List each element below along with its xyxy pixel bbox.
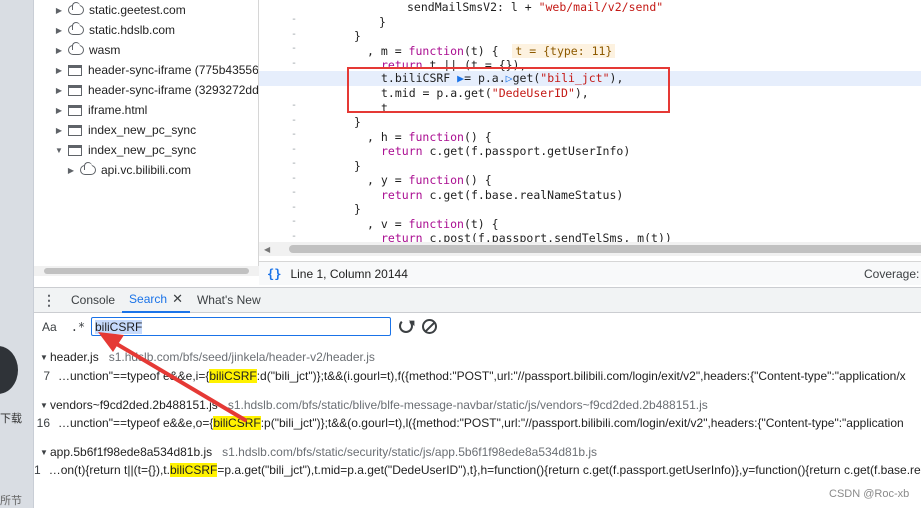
code-line: - , v = function(t) {	[290, 216, 499, 242]
tree-item-label: static.geetest.com	[89, 3, 186, 17]
collapse-arrow-icon[interactable]: ▼	[40, 448, 50, 457]
tree-item-label: api.vc.bilibili.com	[101, 163, 192, 177]
scrollbar-thumb[interactable]	[44, 268, 249, 274]
avatar	[0, 346, 18, 394]
code-line: - }	[290, 29, 361, 54]
inline-value-badge: t = {type: 11}	[512, 43, 616, 58]
frame-icon	[68, 84, 82, 96]
kebab-menu-icon[interactable]: ⋮	[34, 293, 64, 307]
frame-icon	[68, 144, 82, 156]
tree-item-label: index_new_pc_sync	[88, 143, 197, 157]
expand-arrow-icon[interactable]: ▶	[54, 26, 64, 35]
expand-arrow-icon[interactable]: ▶	[54, 6, 64, 15]
tree-item-wasm[interactable]: ▶ wasm	[54, 40, 120, 60]
code-line: - , y = function() {	[290, 173, 492, 198]
pretty-print-icon[interactable]: {}	[267, 267, 281, 281]
frame-icon	[68, 104, 82, 116]
cloud-icon	[68, 22, 84, 35]
expand-arrow-icon[interactable]: ▶	[54, 106, 64, 115]
code-line: - , m = function(t) { t = {type: 11}	[259, 43, 921, 69]
tree-item-api-vc-bilibili[interactable]: ▶ api.vc.bilibili.com	[66, 160, 191, 180]
code-line: - }	[290, 115, 361, 140]
scroll-left-icon[interactable]: ◀	[264, 245, 270, 254]
search-results: ▼ header.js s1.hdslb.com/bfs/seed/jinkel…	[34, 342, 921, 508]
coverage-label: Coverage:	[864, 266, 920, 281]
collapse-arrow-icon[interactable]: ▼	[54, 146, 64, 155]
search-input[interactable]: biliCSRF	[91, 317, 391, 336]
background-text: 下载	[0, 413, 22, 425]
background-page-strip: 下载 所节	[0, 0, 34, 508]
collapse-arrow-icon[interactable]: ▼	[40, 401, 50, 410]
tree-item-index-new-pc-sync-2[interactable]: ▼ index_new_pc_sync	[54, 140, 196, 160]
refresh-icon[interactable]	[399, 319, 413, 333]
sources-file-tree: ▶ static.geetest.com ▶ static.hdslb.com …	[34, 0, 259, 266]
search-toolbar: Aa .* biliCSRF	[34, 314, 921, 340]
match-case-toggle[interactable]: Aa	[42, 320, 57, 334]
tree-item-label: iframe.html	[88, 103, 148, 117]
expand-arrow-icon[interactable]: ▶	[54, 86, 64, 95]
result-match-line[interactable]: 7 …unction"==typeof e&&e,i={biliCSRF:d("…	[34, 367, 921, 385]
tree-item-static-hdslb[interactable]: ▶ static.hdslb.com	[54, 20, 175, 40]
result-file-header[interactable]: ▼ app.5b6f1f98ede8a534d81b.js s1.hdslb.c…	[40, 443, 597, 461]
code-line: - , h = function() {	[290, 129, 492, 155]
cloud-icon	[68, 42, 84, 55]
expand-arrow-icon[interactable]: ▶	[54, 66, 64, 75]
cloud-icon	[80, 162, 96, 175]
expand-arrow-icon[interactable]: ▶	[54, 126, 64, 135]
cursor-position: Line 1, Column 20144	[290, 266, 408, 281]
annotation-highlight-box	[347, 67, 670, 113]
result-match-line[interactable]: 16 …unction"==typeof e&&e,o={biliCSRF:p(…	[34, 414, 921, 432]
collapse-arrow-icon[interactable]: ▼	[40, 353, 50, 362]
code-line: - }	[290, 202, 361, 227]
scrollbar-thumb[interactable]	[289, 245, 921, 253]
regex-toggle[interactable]: .*	[71, 320, 85, 334]
tree-item-label: index_new_pc_sync	[88, 123, 197, 137]
editor-status-bar: {} Line 1, Column 20144 Coverage:	[259, 261, 921, 285]
tree-item-label: header-sync-iframe (775b435567	[88, 63, 259, 77]
frame-icon	[68, 124, 82, 136]
result-file-header[interactable]: ▼ header.js s1.hdslb.com/bfs/seed/jinkel…	[40, 348, 375, 366]
close-icon[interactable]: ✕	[172, 291, 183, 307]
cloud-icon	[68, 2, 84, 15]
tree-item-header-sync-iframe-1[interactable]: ▶ header-sync-iframe (775b435567	[54, 60, 259, 80]
tree-item-static-geetest[interactable]: ▶ static.geetest.com	[54, 0, 186, 20]
code-line: - }	[290, 158, 361, 184]
editor-horizontal-scrollbar[interactable]: ◀	[259, 242, 921, 256]
result-file-header[interactable]: ▼ vendors~f9cd2ded.2b488151.js s1.hdslb.…	[40, 396, 708, 414]
code-line: - return c.get(f.passport.getUserInfo)	[290, 144, 631, 169]
watermark: CSDN @Roc-xb	[829, 488, 910, 500]
tree-item-iframe-html[interactable]: ▶ iframe.html	[54, 100, 147, 120]
code-line: - return c.get(f.base.realNameStatus)	[290, 187, 624, 213]
background-text: 所节	[0, 495, 22, 507]
code-editor[interactable]: - sendMailSmsV2: l + "web/mail/v2/send" …	[259, 0, 921, 246]
expand-arrow-icon[interactable]: ▶	[66, 166, 76, 175]
code-line: - sendMailSmsV2: l + "web/mail/v2/send"	[290, 0, 664, 25]
search-query: biliCSRF	[95, 319, 143, 334]
clear-icon[interactable]	[422, 319, 437, 334]
tree-item-index-new-pc-sync-1[interactable]: ▶ index_new_pc_sync	[54, 120, 196, 140]
tab-search[interactable]: Search ✕	[122, 288, 190, 313]
tab-whats-new[interactable]: What's New	[190, 288, 268, 313]
drawer-tab-bar: ⋮ Console Search ✕ What's New	[34, 287, 921, 313]
tree-item-label: wasm	[89, 43, 121, 57]
tree-item-label: header-sync-iframe (3293272ddc	[88, 83, 259, 97]
tree-horizontal-scrollbar[interactable]	[34, 266, 259, 276]
tab-console[interactable]: Console	[64, 288, 122, 313]
frame-icon	[68, 64, 82, 76]
tree-item-label: static.hdslb.com	[89, 23, 176, 37]
expand-arrow-icon[interactable]: ▶	[54, 46, 64, 55]
tree-item-header-sync-iframe-2[interactable]: ▶ header-sync-iframe (3293272ddc	[54, 80, 259, 100]
code-line: - }	[290, 14, 386, 40]
result-match-line[interactable]: 1 …on(t){return t||(t={}),t.biliCSRF=p.a…	[34, 461, 921, 479]
